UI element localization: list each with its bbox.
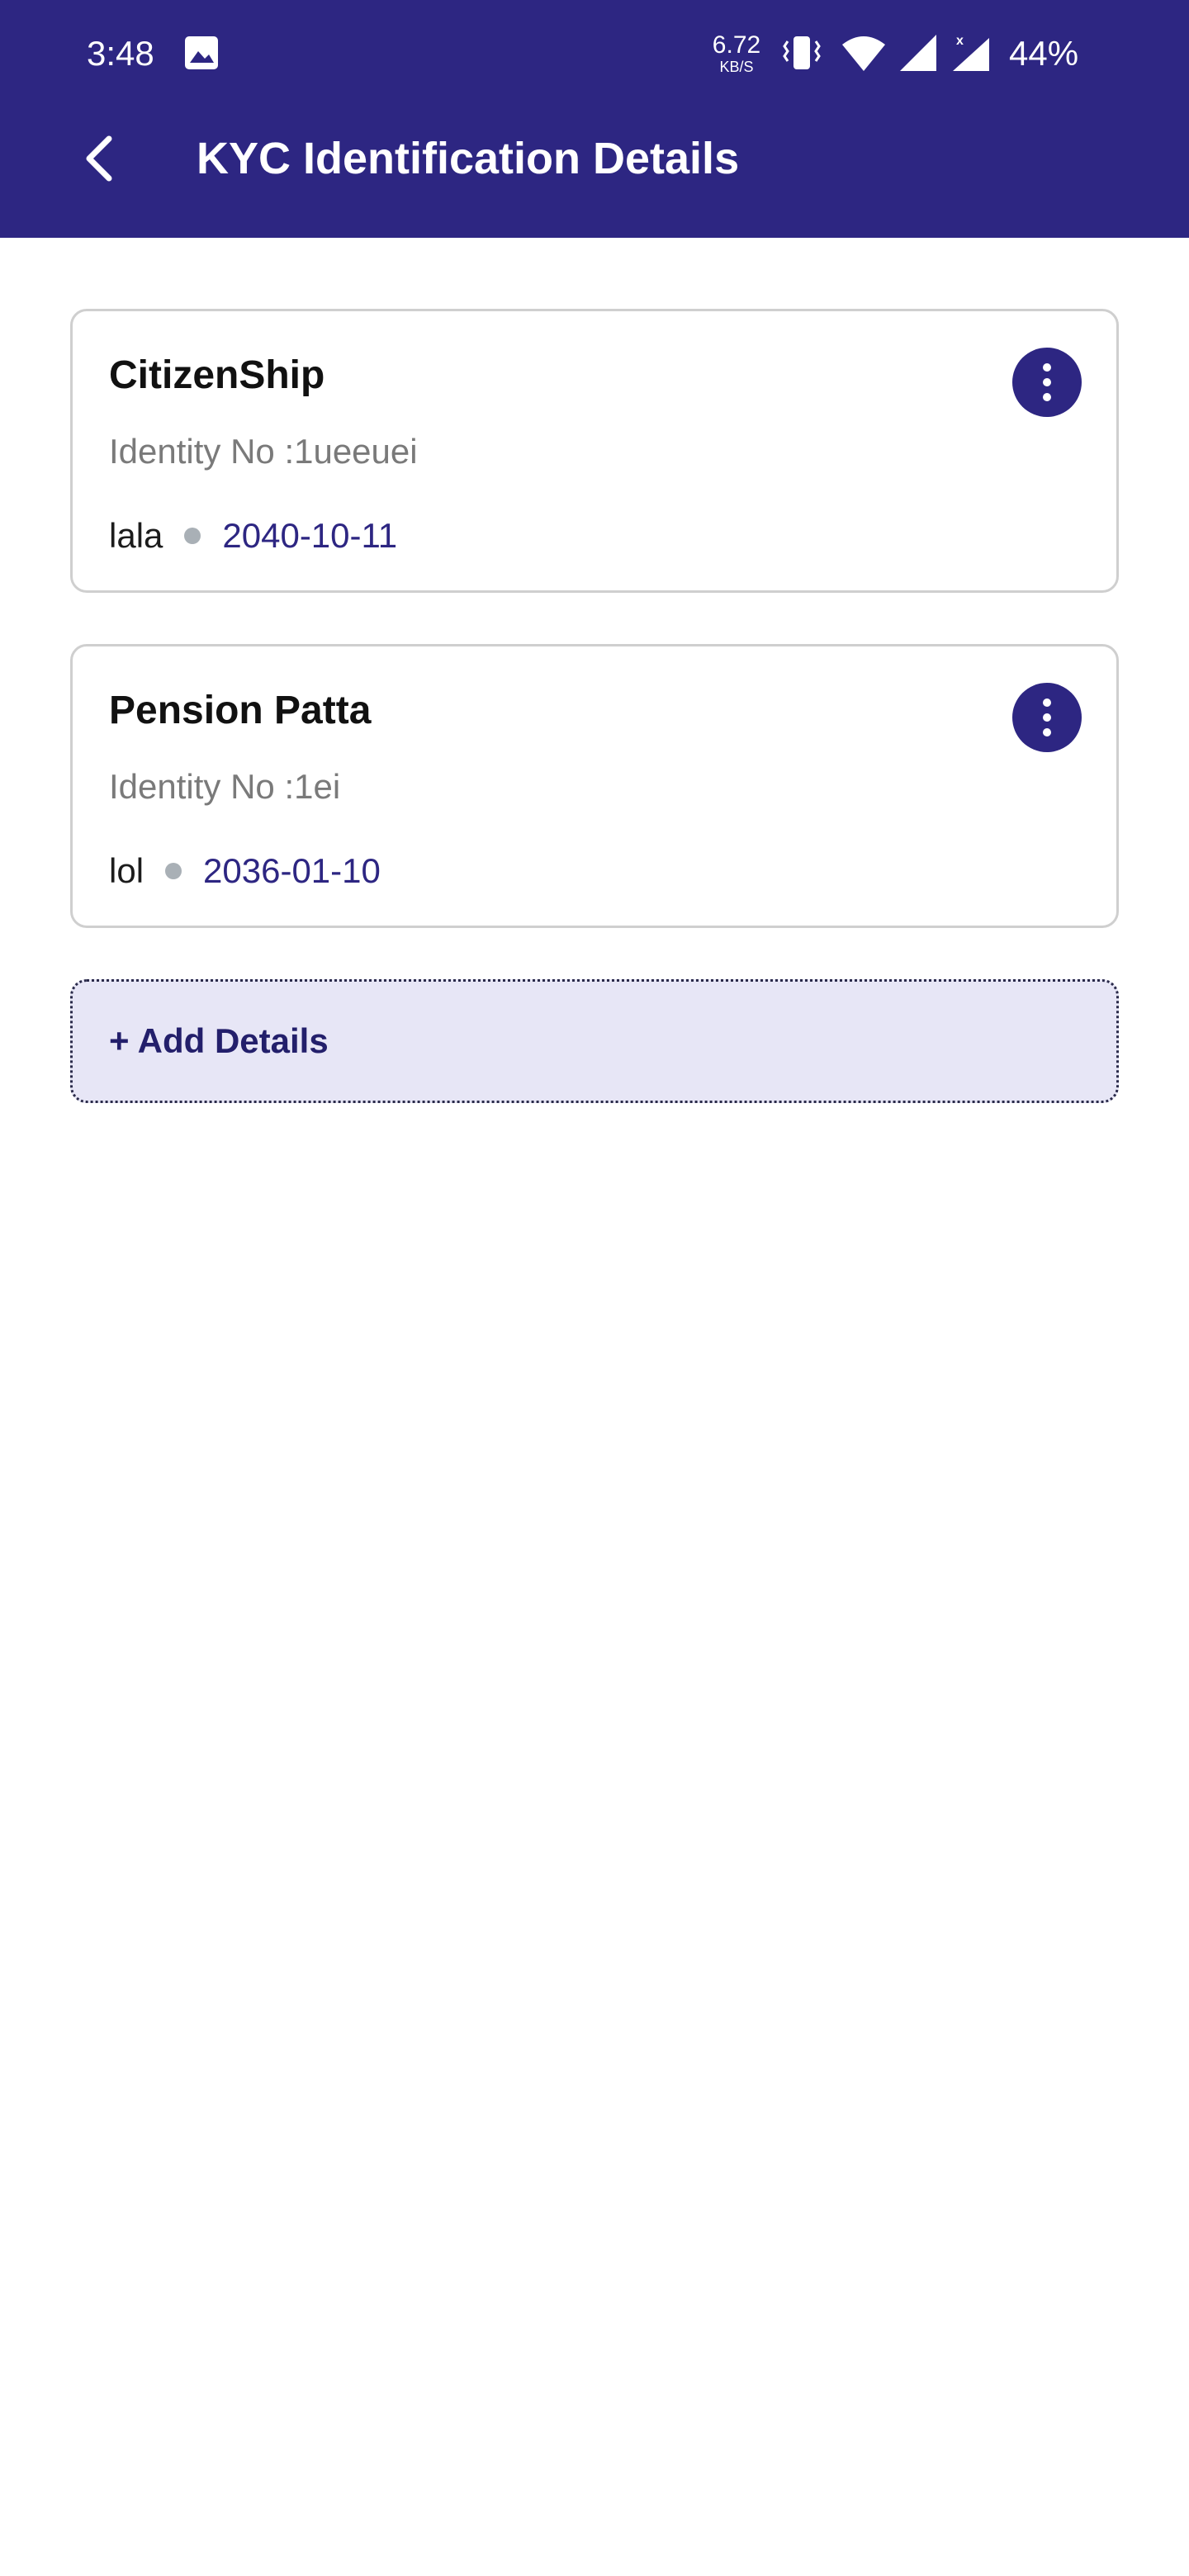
header: 3:48 6.72 KB/S x 44% KYC Identification … [0, 0, 1189, 238]
kebab-dot [1043, 378, 1051, 386]
kyc-screen: 3:48 6.72 KB/S x 44% KYC Identification … [0, 0, 1189, 2576]
gallery-icon [183, 35, 220, 71]
svg-text:x: x [956, 34, 964, 48]
card-title: Pension Patta [109, 689, 372, 732]
kyc-card: CitizenShip Identity No :1ueeuei lala 20… [70, 309, 1119, 593]
kebab-dot [1043, 393, 1051, 401]
card-identity-number: Identity No :1ueeuei [109, 432, 418, 471]
card-holder-name: lol [109, 851, 144, 890]
card-holder-name: lala [109, 516, 163, 555]
app-bar: KYC Identification Details [0, 107, 1189, 238]
separator-dot [184, 528, 201, 544]
network-speed: 6.72 KB/S [712, 31, 761, 75]
more-options-button[interactable] [1012, 683, 1082, 752]
signal-icon [898, 33, 938, 77]
battery-level: 44% [1009, 34, 1079, 73]
chevron-left-icon [86, 135, 112, 182]
kebab-dot [1043, 698, 1051, 707]
kyc-card: Pension Patta Identity No :1ei lol 2036-… [70, 644, 1119, 928]
card-date: 2036-01-10 [203, 851, 381, 890]
add-details-button[interactable]: + Add Details [70, 979, 1119, 1103]
card-title: CitizenShip [109, 353, 325, 397]
wifi-icon [841, 33, 887, 77]
card-meta: lol 2036-01-10 [109, 850, 381, 893]
more-options-button[interactable] [1012, 348, 1082, 417]
status-bar: 3:48 6.72 KB/S x 44% [0, 0, 1189, 107]
card-identity-number: Identity No :1ei [109, 767, 341, 806]
network-speed-value: 6.72 [712, 31, 761, 59]
network-speed-unit: KB/S [719, 59, 754, 75]
status-time: 3:48 [87, 34, 154, 73]
separator-dot [165, 863, 182, 879]
kebab-dot [1043, 713, 1051, 722]
add-details-label: + Add Details [109, 1021, 329, 1060]
page-title: KYC Identification Details [197, 134, 740, 183]
card-meta: lala 2040-10-11 [109, 514, 397, 557]
back-button[interactable] [66, 125, 132, 192]
kebab-dot [1043, 363, 1051, 372]
signal-no-data-icon: x [950, 33, 992, 77]
card-date: 2040-10-11 [222, 516, 398, 555]
kebab-dot [1043, 728, 1051, 736]
vibrate-icon [781, 33, 822, 77]
